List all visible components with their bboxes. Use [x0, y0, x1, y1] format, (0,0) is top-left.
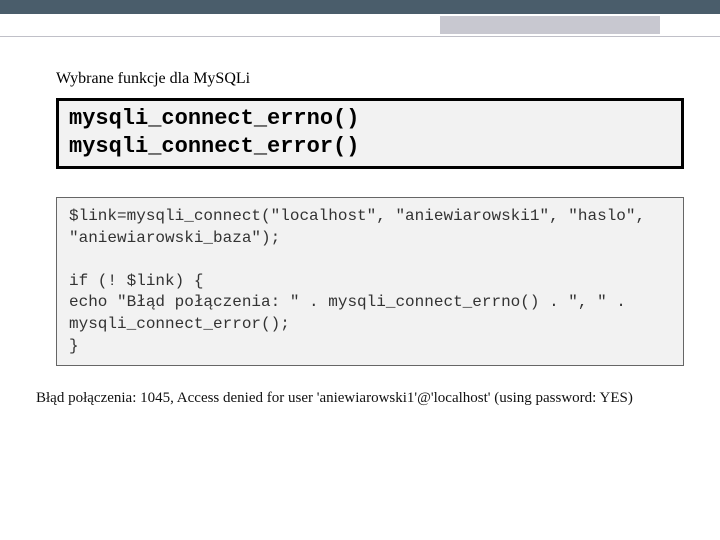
- header-bar: [0, 0, 720, 14]
- function-box: mysqli_connect_errno() mysqli_connect_er…: [56, 98, 684, 169]
- content-area: Wybrane funkcje dla MySQLi mysqli_connec…: [0, 14, 720, 407]
- divider-line: [0, 36, 720, 37]
- section-title: Wybrane funkcje dla MySQLi: [56, 70, 684, 88]
- code-box: $link=mysqli_connect("localhost", "aniew…: [56, 197, 684, 366]
- function-line-2: mysqli_connect_error(): [69, 133, 671, 161]
- accent-strip: [440, 16, 660, 34]
- output-text: Błąd połączenia: 1045, Access denied for…: [36, 390, 684, 407]
- function-line-1: mysqli_connect_errno(): [69, 105, 671, 133]
